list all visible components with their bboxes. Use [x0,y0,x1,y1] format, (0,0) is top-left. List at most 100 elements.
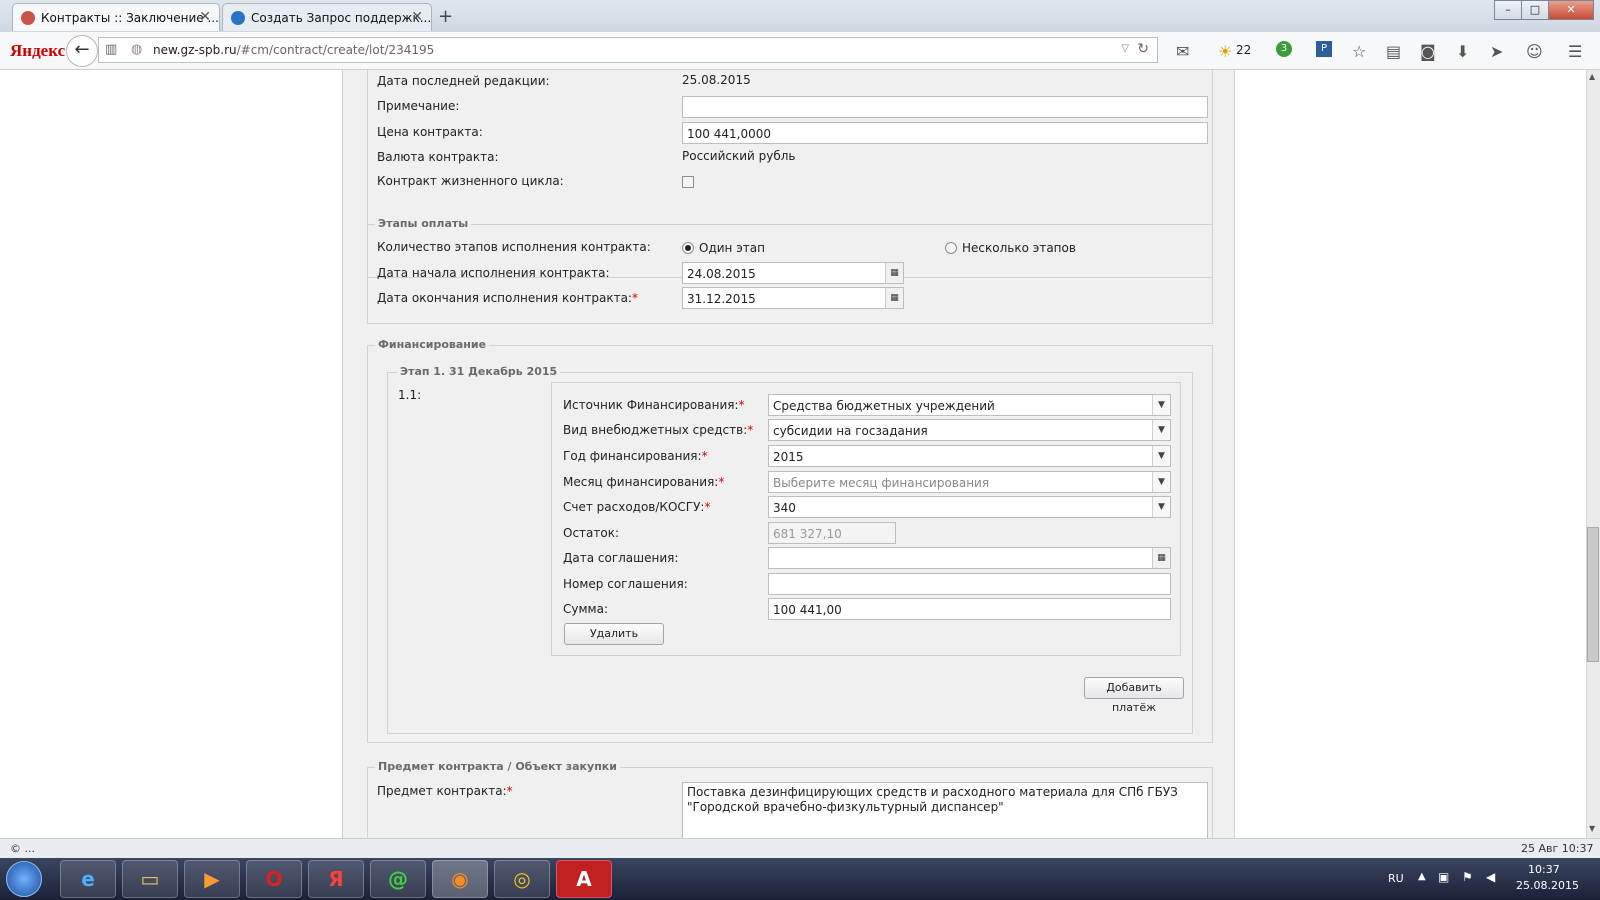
multiple-stages-radio[interactable] [945,242,957,254]
year-select[interactable]: 2015 ▼ [768,445,1171,467]
media-player-icon[interactable]: ▶ [184,860,240,898]
reload-icon[interactable]: ↻ [1137,41,1149,57]
scroll-up-icon[interactable]: ▲ [1589,72,1595,81]
extrabudget-select[interactable]: субсидии на госзадания ▼ [768,419,1171,441]
subject-textarea[interactable]: Поставка дезинфицирующих средств и расхо… [682,782,1208,838]
weather-sun-icon[interactable]: ☀ [1218,42,1232,61]
agreement-number-input[interactable] [768,573,1171,595]
chrome-icon[interactable]: ◎ [494,860,550,898]
stage-count-label: Количество этапов исполнения контракта: [377,240,651,254]
last-edit-label: Дата последней редакции: [377,74,550,88]
pocket-icon[interactable]: ◙ [1420,42,1436,61]
one-stage-label[interactable]: Один этап [699,241,765,255]
download-icon[interactable]: ⬇ [1456,42,1469,61]
internet-explorer-icon[interactable]: e [60,860,116,898]
close-window-button[interactable]: ✕ [1548,0,1594,20]
item-number: 1.1: [398,388,422,402]
nav-bar: Яндекс ← ▥ ◍ new.gz-spb.ru/#cm/contract/… [0,32,1600,70]
page-viewport: Дата последней редакции: 25.08.2015 Прим… [0,70,1586,838]
source-select[interactable]: Средства бюджетных учреждений ▼ [768,394,1171,416]
clock-time[interactable]: 10:37 [1528,863,1560,876]
address-bar[interactable]: ▥ ◍ new.gz-spb.ru/#cm/contract/create/lo… [98,37,1158,63]
month-select[interactable]: Выберите месяц финансирования ▼ [768,471,1171,493]
close-tab-icon[interactable]: ✕ [199,9,211,25]
language-indicator[interactable]: RU [1388,872,1404,885]
url-text[interactable]: new.gz-spb.ru/#cm/contract/create/lot/23… [153,43,434,57]
tab-favicon-icon [21,11,35,25]
tab-contracts[interactable]: Контракты :: Заключение ... ✕ [12,3,220,31]
send-icon[interactable]: ➤ [1490,42,1503,61]
lifecycle-checkbox[interactable] [682,176,694,188]
sum-label: Сумма: [563,602,608,616]
maximize-button[interactable]: □ [1521,0,1549,20]
back-button[interactable]: ← [66,35,98,67]
sum-input[interactable]: 100 441,00 [768,598,1171,620]
url-path: /#cm/contract/create/lot/234195 [236,43,435,57]
one-stage-radio[interactable] [682,242,694,254]
year-label: Год финансирования:* [563,449,708,463]
start-date-input[interactable]: 24.08.2015 ▦ [682,262,904,284]
chevron-down-icon[interactable]: ▼ [1152,420,1170,440]
chevron-down-icon[interactable]: ▼ [1152,497,1170,517]
file-explorer-icon[interactable]: ▭ [122,860,178,898]
clock-date[interactable]: 25.08.2015 [1516,879,1579,892]
chevron-down-icon[interactable]: ▼ [1152,472,1170,492]
volume-icon[interactable]: ◀ [1486,870,1495,884]
end-date-input[interactable]: 31.12.2015 ▦ [682,287,904,309]
required-asterisk: * [704,500,711,514]
hamburger-menu-icon[interactable]: ☰ [1568,42,1582,61]
page-scrollbar[interactable]: ▲ ▼ [1586,70,1600,838]
lifecycle-label: Контракт жизненного цикла: [377,174,564,188]
tray-expand-icon[interactable]: ▲ [1418,871,1426,882]
dropdown-arrow-icon[interactable]: ▽ [1121,43,1129,54]
yandex-logo[interactable]: Яндекс [10,41,65,61]
windows-taskbar: e ▭ ▶ O Я @ ◉ ◎ A RU ▲ ▣ ⚑ ◀ 10:37 25.08… [0,858,1600,900]
year-value: 2015 [773,450,804,464]
yandex-browser-icon[interactable]: Я [308,860,364,898]
chat-icon[interactable]: ☺ [1526,42,1543,61]
year-label-text: Год финансирования: [563,449,702,463]
new-tab-icon[interactable]: + [438,6,453,27]
menu-icon[interactable]: ▥ [105,42,117,57]
extrabudget-value: субсидии на госзадания [773,424,928,438]
end-date-value: 31.12.2015 [687,292,756,306]
chevron-down-icon[interactable]: ▼ [1152,395,1170,415]
subject-legend: Предмет контракта / Объект закупки [375,760,620,773]
acrobat-icon[interactable]: A [556,860,612,898]
account-select[interactable]: 340 ▼ [768,496,1171,518]
agreement-number-label: Номер соглашения: [563,577,688,591]
scroll-down-icon[interactable]: ▼ [1589,824,1595,833]
source-label-text: Источник Финансирования: [563,398,739,412]
calendar-icon[interactable]: ▦ [885,263,903,283]
tab-support-request[interactable]: Создать Запрос поддержк... ✕ [222,3,432,31]
close-tab-icon[interactable]: ✕ [411,9,423,25]
start-button[interactable] [6,861,42,897]
add-payment-button[interactable]: Добавить платёж [1084,677,1184,714]
reading-list-icon[interactable]: ▤ [1386,42,1401,61]
bookmark-star-icon[interactable]: ☆ [1352,42,1366,61]
agreement-date-input[interactable]: ▦ [768,547,1171,569]
start-date-label: Дата начала исполнения контракта: [377,266,610,280]
calendar-icon[interactable]: ▦ [885,288,903,308]
action-center-icon[interactable]: ⚑ [1462,870,1473,884]
network-icon[interactable]: ▣ [1438,870,1449,884]
note-label: Примечание: [377,99,460,113]
mail-agent-icon[interactable]: @ [370,860,426,898]
required-asterisk: * [506,784,513,798]
mail-icon[interactable]: ✉ [1176,42,1189,61]
minimize-button[interactable]: – [1494,0,1522,20]
note-input[interactable] [682,96,1208,118]
delete-button[interactable]: Удалить [564,623,664,645]
firefox-icon[interactable]: ◉ [432,860,488,898]
globe-icon: ◍ [131,42,143,57]
multiple-stages-label[interactable]: Несколько этапов [962,241,1076,255]
month-label: Месяц финансирования:* [563,475,724,489]
chevron-down-icon[interactable]: ▼ [1152,446,1170,466]
price-input[interactable]: 100 441,0000 [682,122,1208,144]
tab-title: Контракты :: Заключение ... [41,11,219,25]
extension-icon[interactable]: P [1316,41,1332,57]
calendar-icon[interactable]: ▦ [1152,548,1170,568]
opera-icon[interactable]: O [246,860,302,898]
scrollbar-thumb[interactable] [1587,527,1599,662]
notification-badge[interactable]: 3 [1276,41,1292,57]
